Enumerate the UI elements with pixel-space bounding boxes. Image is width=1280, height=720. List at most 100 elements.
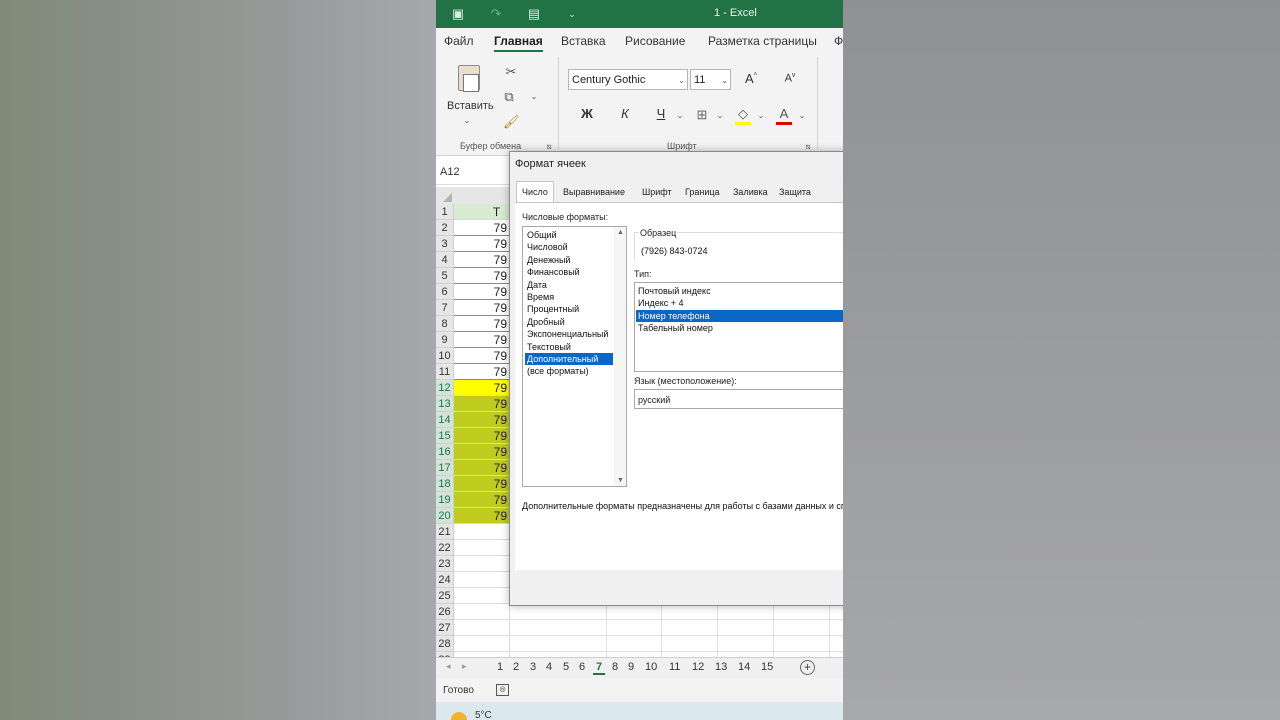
sheet-tab[interactable]: 11 (669, 661, 680, 673)
cell[interactable]: 79 (454, 492, 510, 508)
scroll-right-icon[interactable]: ▸ (462, 661, 467, 672)
accessibility-icon[interactable]: ◎ (496, 684, 509, 696)
cell[interactable]: 79 (454, 348, 510, 364)
cell[interactable]: 79 (454, 220, 510, 236)
customize-quick-access-icon[interactable]: ⌄ (564, 6, 580, 22)
dialog-tab-protection[interactable]: Защита (773, 181, 817, 203)
category-item[interactable]: Процентный (525, 303, 613, 315)
category-item[interactable]: Денежный (525, 254, 613, 266)
row-header[interactable]: 14 (436, 412, 454, 428)
cell[interactable]: 79 (454, 428, 510, 444)
category-list[interactable]: Общий Числовой Денежный Финансовый Дата Время… (522, 226, 627, 487)
cell[interactable] (510, 620, 843, 636)
borders-dropdown-icon[interactable]: ⌄ (712, 108, 728, 124)
sheet-tab[interactable]: 15 (761, 661, 773, 673)
category-item[interactable]: Время (525, 291, 613, 303)
row-header[interactable]: 19 (436, 492, 454, 508)
cell[interactable]: 79 (454, 332, 510, 348)
locale-select[interactable]: русский (634, 389, 843, 409)
format-painter-icon[interactable]: 🖌 (503, 114, 520, 130)
row-header[interactable]: 8 (436, 316, 454, 332)
cell[interactable]: 79 (454, 236, 510, 252)
select-all-corner[interactable] (436, 187, 454, 204)
fill-color-dropdown-icon[interactable]: ⌄ (753, 108, 769, 124)
paste-dropdown-icon[interactable]: ⌄ (459, 113, 475, 129)
dialog-tab-number[interactable]: Число (516, 181, 554, 202)
row-header[interactable]: 10 (436, 348, 454, 364)
row-header[interactable]: 24 (436, 572, 454, 588)
row-header[interactable]: 17 (436, 460, 454, 476)
cut-icon[interactable]: ✂ (503, 64, 519, 80)
cell[interactable]: 79 (454, 444, 510, 460)
row-header[interactable]: 5 (436, 268, 454, 284)
category-item[interactable]: Дробный (525, 316, 613, 328)
row-header[interactable]: 2 (436, 220, 454, 236)
tab-file[interactable]: Файл (444, 34, 474, 48)
dialog-tab-font[interactable]: Шрифт (636, 181, 678, 203)
cell[interactable]: 79 (454, 364, 510, 380)
cell[interactable] (510, 636, 843, 652)
row-header[interactable]: 11 (436, 364, 454, 380)
category-item[interactable]: (все форматы) (525, 365, 613, 377)
sheet-tab[interactable]: 6 (579, 661, 585, 673)
redo-icon[interactable]: ↷ (488, 6, 504, 22)
cell[interactable] (454, 524, 510, 540)
cell[interactable] (510, 604, 843, 620)
row-header[interactable]: 25 (436, 588, 454, 604)
row-header[interactable]: 9 (436, 332, 454, 348)
underline-dropdown-icon[interactable]: ⌄ (672, 108, 688, 124)
dialog-tab-fill[interactable]: Заливка (727, 181, 774, 203)
cell[interactable]: Т (454, 204, 510, 220)
row-header[interactable]: 3 (436, 236, 454, 252)
row-header[interactable]: 27 (436, 620, 454, 636)
type-item[interactable]: Индекс + 4 (636, 297, 843, 309)
sheet-tab[interactable]: 14 (738, 661, 750, 673)
row-header[interactable]: 15 (436, 428, 454, 444)
row-header[interactable]: 16 (436, 444, 454, 460)
row-header[interactable]: 12 (436, 380, 454, 396)
tab-formulas[interactable]: Ф (834, 34, 843, 48)
scroll-left-icon[interactable]: ◂ (446, 661, 451, 672)
category-item[interactable]: Экспоненциальный (525, 328, 613, 340)
sheet-tab[interactable]: 3 (530, 661, 536, 673)
sheet-tab[interactable]: 9 (628, 661, 634, 673)
sheet-tab[interactable]: 13 (715, 661, 727, 673)
cell[interactable]: 79 (454, 476, 510, 492)
tab-home[interactable]: Главная (494, 34, 543, 52)
cell[interactable]: 79 (454, 412, 510, 428)
cell[interactable]: 79 (454, 508, 510, 524)
bold-button[interactable]: Ж (578, 106, 596, 121)
font-color-dropdown-icon[interactable]: ⌄ (794, 108, 810, 124)
row-header[interactable]: 23 (436, 556, 454, 572)
row-header[interactable]: 22 (436, 540, 454, 556)
cell[interactable]: 79 (454, 252, 510, 268)
cell[interactable]: 79 (454, 380, 510, 396)
font-color-icon[interactable]: A (776, 106, 792, 125)
cell[interactable] (454, 604, 510, 620)
row-header[interactable]: 21 (436, 524, 454, 540)
underline-button[interactable]: Ч (652, 106, 670, 121)
fill-color-icon[interactable]: ◇ (735, 106, 751, 125)
row-header[interactable]: 4 (436, 252, 454, 268)
sheet-tab[interactable]: 1 (497, 661, 503, 673)
cell[interactable]: 79 (454, 284, 510, 300)
sheet-tab[interactable]: 4 (546, 661, 552, 673)
cell[interactable] (454, 588, 510, 604)
cell[interactable] (454, 540, 510, 556)
row-header[interactable]: 26 (436, 604, 454, 620)
sheet-tab[interactable]: 8 (612, 661, 618, 673)
cell[interactable]: 79 (454, 316, 510, 332)
row-header[interactable]: 28 (436, 636, 454, 652)
borders-icon[interactable]: ⊞ (694, 107, 710, 123)
sheet-tab[interactable]: 10 (645, 661, 657, 673)
category-item[interactable]: Финансовый (525, 266, 613, 278)
row-header[interactable]: 20 (436, 508, 454, 524)
cell[interactable] (454, 556, 510, 572)
cell[interactable]: 79 (454, 300, 510, 316)
cell[interactable]: 79 (454, 268, 510, 284)
grow-font-button[interactable]: A^ (742, 71, 760, 86)
row-header[interactable]: 6 (436, 284, 454, 300)
category-item[interactable]: Числовой (525, 241, 613, 253)
type-item[interactable]: Почтовый индекс (636, 285, 843, 297)
tab-draw[interactable]: Рисование (625, 34, 685, 48)
